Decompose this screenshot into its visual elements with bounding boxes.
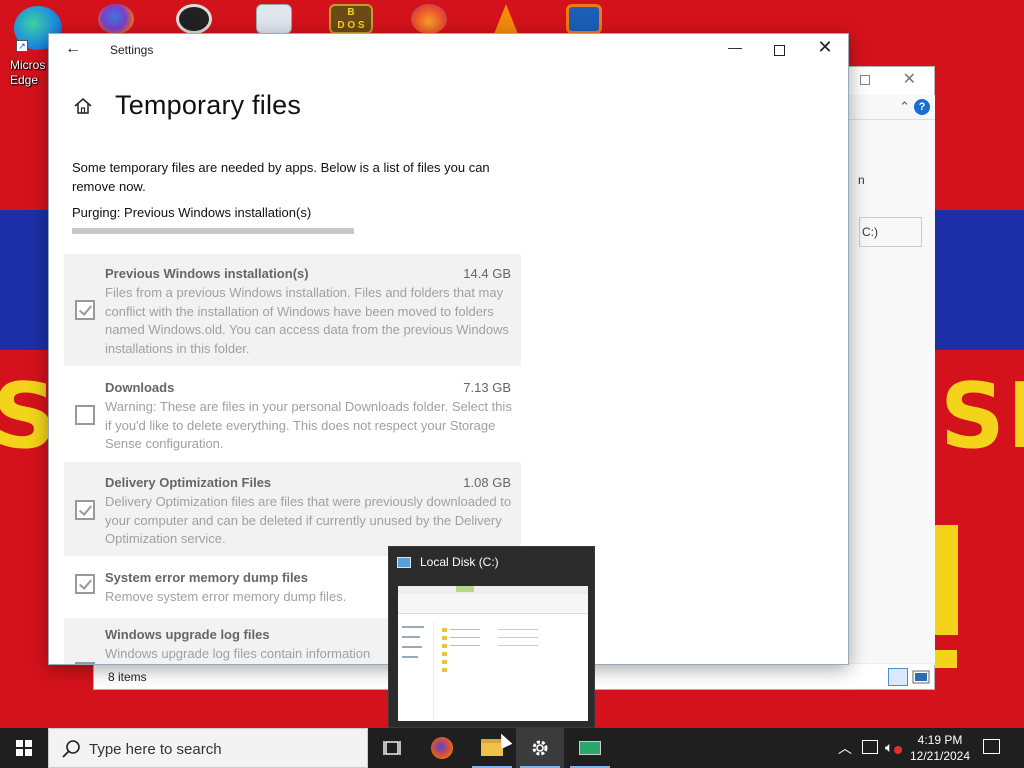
preview-tab <box>456 586 474 592</box>
preview-ribbon <box>398 594 588 614</box>
network-icon[interactable] <box>862 740 878 754</box>
help-icon[interactable]: ? <box>914 99 930 115</box>
ribbon-fragment: n <box>858 173 865 187</box>
preview-folder-icon <box>442 668 447 672</box>
edge-icon-label[interactable]: Micros Edge <box>10 58 50 88</box>
item-name: Windows upgrade log files <box>105 627 270 642</box>
gear-icon <box>532 740 548 756</box>
purging-status: Purging: Previous Windows installation(s… <box>72 205 312 220</box>
divider <box>849 119 935 120</box>
item-size: 14.4 GB <box>463 266 511 281</box>
item-description: Files from a previous Windows installati… <box>105 285 509 356</box>
explorer-thumbnail-preview[interactable]: Local Disk (C:) <box>388 546 595 728</box>
back-arrow-icon[interactable]: ← <box>65 40 81 58</box>
explorer-close-button[interactable]: ✕ <box>903 69 916 89</box>
settings-taskbar-button[interactable] <box>516 728 564 768</box>
preview-line <box>498 629 538 630</box>
close-button[interactable]: ✕ <box>817 37 833 58</box>
page-description: Some temporary files are needed by apps.… <box>72 160 490 194</box>
item-description: Warning: These are files in your persona… <box>105 399 512 451</box>
item-name: Downloads <box>105 380 175 395</box>
item-size: 1.08 GB <box>463 475 511 490</box>
checkbox-previous-windows[interactable] <box>75 300 95 320</box>
preview-folder-icon <box>442 628 447 632</box>
preview-folder-icon <box>442 660 447 664</box>
task-view-icon <box>383 741 401 755</box>
taskbar-search-box[interactable]: Type here to search <box>48 728 368 768</box>
preview-line <box>402 636 420 638</box>
preview-titlebar <box>398 586 588 594</box>
muted-badge <box>894 746 902 754</box>
folder-icon <box>397 557 411 568</box>
checkbox-downloads[interactable] <box>75 405 95 425</box>
preview-line <box>450 629 480 630</box>
task-view-button[interactable] <box>368 728 416 768</box>
checkbox-upgrade-logs[interactable] <box>75 662 95 664</box>
windows-logo-icon <box>16 740 32 756</box>
maximize-button[interactable] <box>774 45 785 56</box>
search-icon <box>61 739 81 759</box>
page-title: Temporary files <box>115 90 302 120</box>
preview-line <box>402 646 422 648</box>
item-size: 7.13 GB <box>463 380 511 395</box>
details-view-button[interactable] <box>888 668 908 686</box>
start-button[interactable] <box>0 728 48 768</box>
list-item-previous-windows[interactable]: Previous Windows installation(s) 14.4 GB… <box>64 254 521 366</box>
home-icon[interactable] <box>73 96 93 116</box>
firefox-taskbar-button[interactable] <box>418 728 466 768</box>
firefox-icon <box>431 737 453 759</box>
list-item-delivery-optimization[interactable]: Delivery Optimization Files 1.08 GB Deli… <box>64 462 521 556</box>
item-description: Delivery Optimization files are files th… <box>105 494 512 546</box>
preview-line <box>402 626 424 628</box>
preview-line <box>498 645 538 646</box>
clock-time: 4:19 PM <box>917 733 963 747</box>
taskbar: Type here to search ︿ 🔈︎ 4:19 PM 12/21/2… <box>0 728 1024 768</box>
item-count: 8 items <box>108 670 147 684</box>
preview-line <box>402 656 418 658</box>
item-name: Delivery Optimization Files <box>105 475 272 490</box>
minimize-button[interactable]: — <box>727 39 743 55</box>
chevron-up-icon[interactable]: ︿ <box>838 738 852 758</box>
checkbox-delivery-optimization[interactable] <box>75 500 95 520</box>
wallpaper-exclamation-dot <box>935 650 957 668</box>
chevron-up-icon[interactable]: ⌃ <box>899 99 910 115</box>
preview-folder-icon <box>442 636 447 640</box>
preview-folder-icon <box>442 652 447 656</box>
app-icon <box>579 741 601 755</box>
search-placeholder: Type here to search <box>89 741 222 758</box>
volume-icon[interactable]: 🔈︎ <box>885 739 893 756</box>
system-clock[interactable]: 4:19 PM 12/21/2024 <box>906 732 974 764</box>
preview-folder-icon <box>442 644 447 648</box>
item-name: System error memory dump files <box>105 570 309 585</box>
clock-date: 12/21/2024 <box>909 749 971 763</box>
thumbnail-title: Local Disk (C:) <box>420 555 499 569</box>
preview-line <box>450 645 480 646</box>
shortcut-arrow-icon: ↗ <box>16 40 28 52</box>
wallpaper-text-right: SI <box>940 364 1024 469</box>
item-name: Previous Windows installation(s) <box>105 266 309 281</box>
app-taskbar-button[interactable] <box>566 728 614 768</box>
purge-progress-bar <box>72 228 354 234</box>
file-explorer-taskbar-button[interactable] <box>468 728 516 768</box>
explorer-search-field[interactable]: C:) <box>859 217 922 247</box>
preview-line <box>498 637 538 638</box>
list-item-downloads[interactable]: Downloads 7.13 GB Warning: These are fil… <box>64 368 521 463</box>
checkbox-memory-dump[interactable] <box>75 574 95 594</box>
window-title: Settings <box>110 43 154 57</box>
notification-icon[interactable] <box>983 739 1000 754</box>
thumbnail-image[interactable] <box>398 586 588 721</box>
preview-line <box>450 637 480 638</box>
settings-titlebar[interactable]: ← Settings — ✕ <box>49 34 848 66</box>
large-icons-view-button[interactable] <box>912 669 930 685</box>
progress-fill <box>72 228 354 234</box>
explorer-maximize-button[interactable] <box>860 75 870 85</box>
